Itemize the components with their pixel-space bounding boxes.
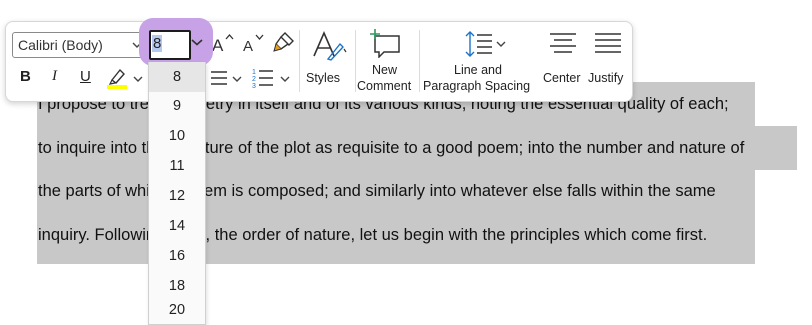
font-size-option[interactable]: 8	[149, 62, 205, 92]
font-size-option[interactable]: 10	[149, 121, 205, 151]
line-spacing-label[interactable]: Paragraph Spacing	[423, 79, 530, 93]
grow-font-icon[interactable]: A	[211, 32, 235, 54]
justify-label[interactable]: Justify	[588, 71, 623, 85]
italic-button[interactable]: I	[52, 68, 57, 85]
document-line: to inquire into the structure of the plo…	[38, 139, 745, 157]
separator	[419, 30, 420, 92]
font-size-option[interactable]: 9	[149, 91, 205, 121]
chevron-down-icon[interactable]	[191, 38, 203, 46]
chevron-down-icon[interactable]	[232, 75, 242, 83]
line-spacing-icon[interactable]	[464, 30, 494, 58]
new-comment-label[interactable]: Comment	[357, 79, 411, 93]
chevron-down-icon[interactable]	[496, 40, 506, 48]
bold-button[interactable]: B	[20, 68, 31, 85]
svg-text:A: A	[212, 36, 224, 54]
separator	[355, 30, 356, 92]
font-size-option[interactable]: 18	[149, 271, 205, 301]
font-size-value: 8	[152, 35, 163, 52]
align-center-label[interactable]: Center	[543, 71, 581, 85]
justify-icon[interactable]	[593, 32, 623, 56]
align-center-icon[interactable]	[548, 32, 578, 56]
styles-icon[interactable]	[311, 30, 347, 62]
font-name-value: Calibri (Body)	[18, 37, 103, 53]
highlighter-icon[interactable]	[106, 66, 128, 90]
numbering-icon[interactable]: 1 2 3	[251, 66, 275, 90]
font-size-option[interactable]: 12	[149, 181, 205, 211]
new-comment-icon[interactable]	[368, 28, 402, 58]
separator	[299, 30, 300, 92]
floating-format-toolbar: Calibri (Body) A A B I U 1 2 3 Styles Ne…	[5, 21, 633, 102]
font-size-option[interactable]: 20	[149, 301, 205, 324]
new-comment-label[interactable]: New	[372, 63, 397, 77]
svg-text:2: 2	[252, 76, 256, 83]
format-painter-icon[interactable]	[272, 30, 296, 54]
bullets-icon[interactable]	[207, 68, 229, 88]
font-size-input[interactable]: 8	[149, 30, 191, 60]
document-line: the parts of which a poem is composed; a…	[38, 182, 716, 200]
shrink-font-icon[interactable]: A	[242, 32, 266, 54]
svg-text:1: 1	[252, 69, 256, 76]
chevron-down-icon[interactable]	[133, 75, 143, 83]
document-line: inquiry. Following, then, the order of n…	[38, 226, 708, 244]
font-size-dropdown: 8 9 10 11 12 14 16 18 20	[148, 62, 206, 325]
underline-button[interactable]: U	[80, 68, 91, 85]
svg-text:3: 3	[252, 83, 256, 90]
chevron-down-icon[interactable]	[280, 75, 290, 83]
svg-text:A: A	[243, 38, 253, 54]
font-size-option[interactable]: 16	[149, 241, 205, 271]
font-size-option[interactable]: 11	[149, 151, 205, 181]
line-spacing-label[interactable]: Line and	[454, 63, 502, 77]
font-name-combobox[interactable]: Calibri (Body)	[12, 32, 145, 58]
styles-label[interactable]: Styles	[306, 71, 340, 85]
font-size-option[interactable]: 14	[149, 211, 205, 241]
